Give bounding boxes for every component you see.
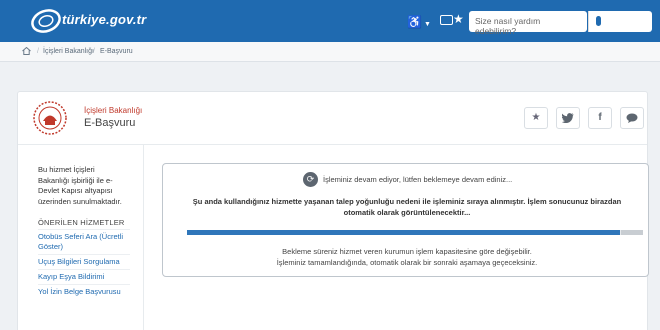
processing-panel: ⟳ İşleminiz devam ediyor, lütfen bekleme… xyxy=(162,163,649,277)
ministry-emblem-icon xyxy=(33,101,67,135)
queue-notice: Şu anda kullandığınız hizmette yaşanan t… xyxy=(192,197,622,217)
wait-info-line-2: İşleminiz tamamlandığında, otomatik olar… xyxy=(276,258,538,267)
service-title: E-Başvuru xyxy=(84,117,136,129)
logo-text[interactable]: türkiye.gov.tr xyxy=(62,12,146,27)
id-card-icon[interactable] xyxy=(440,15,453,25)
sidebar: Bu hizmet İçişleri Bakanlığı işbirliği i… xyxy=(18,145,144,330)
favorites-star-icon[interactable]: ★ xyxy=(453,12,464,26)
star-icon: ★ xyxy=(531,112,541,123)
top-header: türkiye.gov.tr ♿ ▼ ★ Size nasıl yardım ed… xyxy=(0,0,660,42)
divider xyxy=(38,284,130,285)
share-twitter-button[interactable] xyxy=(556,107,580,129)
institution-name[interactable]: İçişleri Bakanlığı xyxy=(84,106,142,115)
service-header: İçişleri Bakanlığı E-Başvuru ★ f xyxy=(18,92,647,145)
divider xyxy=(38,229,130,230)
progress-remaining xyxy=(621,230,643,235)
breadcrumb-separator: / xyxy=(37,48,39,55)
breadcrumb: / İçişleri Bakanlığı / E-Başvuru xyxy=(0,42,660,62)
progress-fill xyxy=(187,230,621,235)
facebook-icon: f xyxy=(598,112,602,123)
divider xyxy=(38,269,130,270)
share-facebook-button[interactable]: f xyxy=(588,107,612,129)
sidebar-link-flight-info[interactable]: Uçuş Bilgileri Sorgulama xyxy=(38,257,130,267)
sidebar-link-bus-search[interactable]: Otobüs Seferi Ara (Ücretli Göster) xyxy=(38,232,130,252)
accessibility-menu-button[interactable]: ♿ ▼ xyxy=(405,12,433,32)
accessibility-icon: ♿ xyxy=(407,15,422,29)
refresh-icon: ⟳ xyxy=(303,172,318,187)
login-button[interactable] xyxy=(591,11,652,32)
chevron-down-icon: ▼ xyxy=(424,21,431,28)
service-card: İçişleri Bakanlığı E-Başvuru ★ f Bu hizm… xyxy=(17,91,649,330)
home-icon[interactable] xyxy=(22,47,31,55)
breadcrumb-separator: / xyxy=(93,48,95,55)
progress-bar xyxy=(187,230,643,235)
breadcrumb-item-service: E-Başvuru xyxy=(100,48,133,55)
sidebar-intro-text: Bu hizmet İçişleri Bakanlığı işbirliği i… xyxy=(38,165,122,206)
divider xyxy=(38,254,130,255)
wait-info: Bekleme süreniz hizmet veren kurumun işl… xyxy=(187,246,627,268)
sidebar-link-travel-permit[interactable]: Yol İzin Belge Başvurusu xyxy=(38,287,130,297)
user-icon xyxy=(596,16,601,26)
search-input[interactable]: Size nasıl yardım edebilirim? xyxy=(469,11,587,36)
twitter-icon xyxy=(561,113,574,124)
favorite-button[interactable]: ★ xyxy=(524,107,548,129)
processing-title: İşleminiz devam ediyor, lütfen beklemeye… xyxy=(323,175,513,184)
feedback-button[interactable] xyxy=(620,107,644,129)
breadcrumb-item-institution[interactable]: İçişleri Bakanlığı xyxy=(43,48,94,55)
wait-info-line-1: Bekleme süreniz hizmet veren kurumun işl… xyxy=(282,247,532,256)
recommended-services-heading: ÖNERİLEN HİZMETLER xyxy=(38,218,125,227)
sidebar-link-lost-items[interactable]: Kayıp Eşya Bildirimi xyxy=(38,272,130,282)
chat-bubble-icon xyxy=(626,113,638,123)
